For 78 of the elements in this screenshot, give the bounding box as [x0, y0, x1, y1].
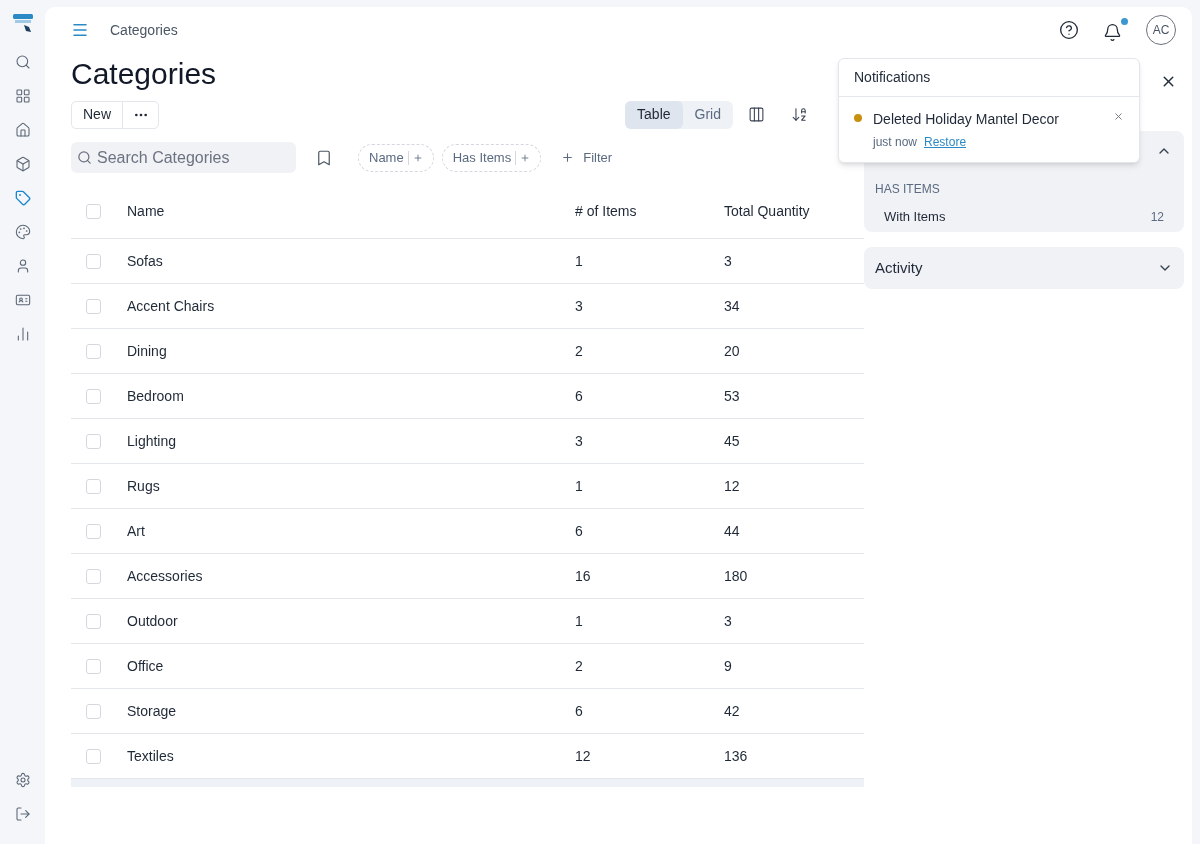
table-cell-text: Art	[127, 521, 146, 541]
help-icon[interactable]	[1059, 20, 1079, 40]
checkbox[interactable]	[86, 298, 101, 314]
checkbox[interactable]	[86, 748, 101, 764]
checkbox[interactable]	[86, 433, 101, 449]
table-cell-text: 180	[724, 566, 748, 586]
table-cell-text: 136	[724, 746, 748, 766]
table-cell-text: 6	[575, 701, 584, 721]
checkbox[interactable]	[86, 388, 101, 404]
menu-icon[interactable]	[71, 21, 89, 39]
table-cell-text: Lighting	[127, 431, 178, 451]
notification-time: just now	[873, 134, 918, 151]
column-header[interactable]: Total Quantity	[724, 200, 810, 222]
table-cell-text: 3	[724, 611, 732, 631]
breadcrumb[interactable]: Categories	[110, 19, 178, 41]
table-cell-text: Storage	[127, 701, 178, 721]
table-cell-text: 12	[575, 746, 592, 766]
view-tab[interactable]: Grid	[682, 100, 733, 129]
table-cell-text: 53	[724, 386, 740, 406]
column-header[interactable]: # of Items	[575, 200, 724, 222]
checkbox[interactable]	[86, 253, 101, 269]
summary-count: 12	[1150, 208, 1164, 226]
table-cell-text: Textiles	[127, 746, 175, 766]
column-header[interactable]: Name	[127, 200, 575, 222]
table-cell-text: Office	[127, 656, 165, 676]
table-cell-text: 9	[724, 656, 732, 676]
group-label: HAS ITEMS	[875, 181, 941, 198]
checkbox[interactable]	[86, 703, 101, 719]
logo-icon	[11, 12, 34, 34]
table-cell-text: 6	[575, 521, 584, 541]
summary-item[interactable]: With Items	[884, 207, 946, 227]
table-cell-text: Bedroom	[127, 386, 185, 406]
bell-icon[interactable]	[1103, 18, 1128, 42]
table-cell-text: 2	[575, 656, 584, 676]
table-cell-text: Accent Chairs	[127, 296, 216, 316]
table-cell-text: 3	[575, 296, 584, 316]
table-cell-text: 2	[575, 341, 584, 361]
checkbox[interactable]	[86, 203, 101, 219]
table-cell-text: 12	[724, 476, 740, 496]
table-cell-text: 6	[575, 386, 584, 406]
notification-message: Deleted Holiday Mantel Decor	[873, 110, 1060, 129]
checkbox[interactable]	[86, 658, 101, 674]
table-cell-text: 1	[575, 251, 584, 271]
table-cell-text: 1	[575, 476, 584, 496]
table-cell-text: 1	[575, 611, 584, 631]
restore-link[interactable]: Restore	[924, 133, 967, 151]
checkbox[interactable]	[86, 478, 101, 494]
table-cell-text: Accessories	[127, 566, 204, 586]
search-icon	[77, 150, 92, 165]
checkbox[interactable]	[86, 523, 101, 539]
dismiss-icon[interactable]	[1113, 111, 1124, 123]
table-cell-text: Outdoor	[127, 611, 179, 631]
view-tab[interactable]: Table	[625, 100, 683, 129]
popover-title: Notifications	[839, 59, 1139, 97]
table-cell-text: 3	[575, 431, 584, 451]
plus-icon[interactable]	[520, 152, 531, 163]
plus-icon	[561, 151, 575, 164]
activity-panel[interactable]: Activity	[864, 247, 1184, 289]
columns-icon[interactable]	[748, 106, 765, 123]
table-cell-text: Dining	[127, 341, 168, 361]
panel-title: Activity	[875, 257, 923, 278]
table-cell-text: 42	[724, 701, 740, 721]
table-cell-text: Sofas	[127, 251, 164, 271]
checkbox[interactable]	[86, 568, 101, 584]
table-cell-text: 16	[575, 566, 592, 586]
plus-icon[interactable]	[412, 152, 423, 163]
table-cell-text: 3	[724, 251, 732, 271]
table-cell-text: 20	[724, 341, 740, 361]
table-cell-text: 45	[724, 431, 740, 451]
add-filter-button[interactable]: Filter	[561, 147, 613, 168]
checkbox[interactable]	[86, 613, 101, 629]
bookmark-icon[interactable]	[315, 148, 333, 167]
table-cell-text: 34	[724, 296, 740, 316]
checkbox[interactable]	[86, 343, 101, 359]
sort-icon[interactable]	[791, 106, 808, 123]
table-cell-text: 44	[724, 521, 740, 541]
table-cell-text: Rugs	[127, 476, 161, 496]
search-field[interactable]: Search Categories	[71, 142, 296, 173]
